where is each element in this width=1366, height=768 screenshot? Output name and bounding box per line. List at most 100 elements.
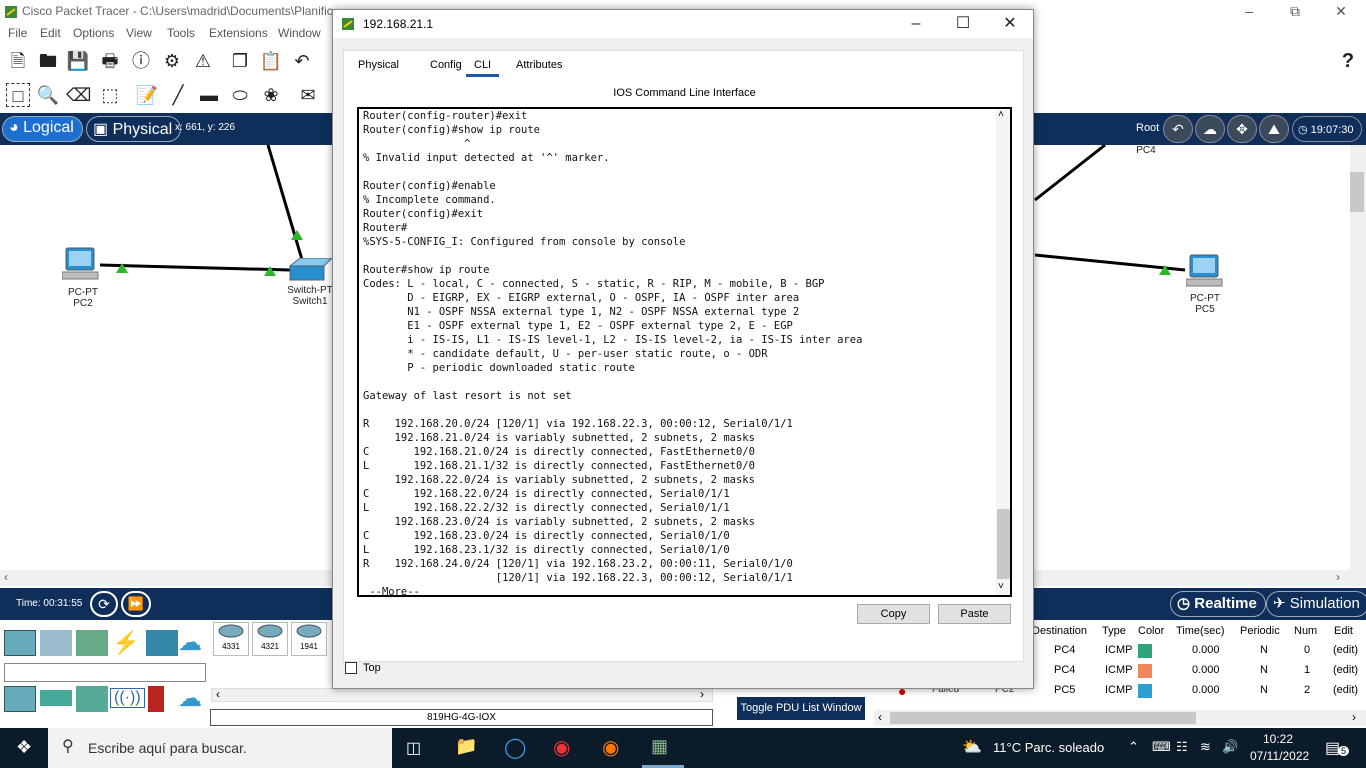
pc-icon[interactable] bbox=[62, 246, 102, 282]
new-file-icon[interactable]: 🗎 bbox=[6, 49, 30, 73]
file-explorer-icon[interactable]: 📁 bbox=[455, 736, 477, 757]
delete-icon[interactable]: ⌫ bbox=[66, 83, 91, 107]
weather-text[interactable]: 11°C Parc. soleado bbox=[993, 740, 1104, 755]
undo-icon[interactable]: ↶ bbox=[290, 49, 314, 73]
connections-icon[interactable]: ⚡ bbox=[112, 630, 139, 656]
model-4321[interactable]: 4321 bbox=[252, 622, 288, 656]
routers-icon[interactable] bbox=[4, 686, 36, 712]
menu-file[interactable]: File bbox=[8, 26, 27, 40]
tab-config[interactable]: Config bbox=[422, 57, 470, 77]
realtime-mode-button[interactable]: ◷ Realtime bbox=[1170, 591, 1266, 617]
firefox-icon[interactable]: ◉ bbox=[602, 735, 619, 760]
scroll-left-icon[interactable]: ‹ bbox=[878, 710, 882, 724]
toggle-pdu-list-button[interactable]: Toggle PDU List Window bbox=[737, 697, 865, 720]
pdu-edit-link[interactable]: (edit) bbox=[1333, 644, 1358, 656]
wireless-devices-icon[interactable]: ((·)) bbox=[110, 688, 145, 708]
copy-icon[interactable]: ❐ bbox=[228, 49, 252, 73]
pc-icon[interactable] bbox=[1186, 253, 1226, 289]
menu-window[interactable]: Window bbox=[278, 26, 321, 40]
dialog-close-icon[interactable]: ✕ bbox=[987, 10, 1033, 38]
security-icon[interactable] bbox=[148, 686, 164, 712]
ellipse-icon[interactable]: ⬭ bbox=[228, 83, 252, 107]
packet-tracer-taskbar-icon[interactable]: ▦ bbox=[651, 736, 668, 757]
pdu-edit-link[interactable]: (edit) bbox=[1333, 664, 1358, 676]
scroll-right-icon[interactable]: › bbox=[1336, 570, 1340, 584]
tab-attributes[interactable]: Attributes bbox=[508, 57, 570, 77]
activity-wizard-icon[interactable]: ⚠ bbox=[191, 49, 215, 73]
model-1941[interactable]: 1941 bbox=[291, 622, 327, 656]
wan-emulation-icon[interactable]: ☁ bbox=[178, 684, 202, 713]
pdu-horizontal-scrollbar[interactable]: ‹ › bbox=[874, 710, 1366, 726]
scroll-right-icon[interactable]: › bbox=[1352, 710, 1356, 724]
keyboard-icon[interactable]: ⌨ bbox=[1152, 739, 1171, 755]
scroll-left-icon[interactable]: ‹ bbox=[216, 687, 220, 701]
navigation-icon[interactable]: ✥ bbox=[1227, 115, 1257, 143]
taskbar-search-box[interactable]: ⚲ Escribe aquí para buscar. bbox=[48, 728, 392, 768]
components-icon[interactable] bbox=[76, 630, 108, 656]
tab-cli[interactable]: CLI bbox=[466, 57, 500, 77]
windows-start-icon[interactable]: ❖ bbox=[16, 737, 32, 758]
paste-button[interactable]: Paste bbox=[938, 604, 1011, 624]
network-devices-icon[interactable] bbox=[4, 630, 36, 656]
model-4331[interactable]: 4331 bbox=[213, 622, 249, 656]
simulation-mode-button[interactable]: ✈ Simulation bbox=[1266, 591, 1366, 617]
search-icon[interactable]: 🔍 bbox=[36, 83, 60, 107]
switches-icon[interactable] bbox=[40, 690, 72, 706]
network-icon[interactable]: ☷ bbox=[1176, 739, 1188, 755]
info-icon[interactable]: ⓘ bbox=[129, 49, 153, 73]
menu-options[interactable]: Options bbox=[73, 26, 114, 40]
logical-tab[interactable]: ◕ Logical bbox=[2, 116, 83, 142]
miscellaneous-icon[interactable] bbox=[146, 630, 178, 656]
help-icon[interactable]: ? bbox=[1336, 49, 1360, 73]
dialog-minimize-icon[interactable]: – bbox=[893, 10, 939, 38]
dialog-maximize-icon[interactable]: ☐ bbox=[940, 10, 986, 38]
scroll-left-icon[interactable]: ‹ bbox=[4, 570, 8, 584]
save-icon[interactable]: 💾 bbox=[66, 49, 90, 73]
minimize-icon[interactable]: – bbox=[1226, 0, 1272, 24]
models-scrollbar[interactable]: ‹ › bbox=[211, 687, 713, 702]
copy-button[interactable]: Copy bbox=[857, 604, 930, 624]
freeform-icon[interactable]: ❀ bbox=[259, 83, 283, 107]
clock-button[interactable]: ◷ 19:07:30 bbox=[1292, 116, 1362, 142]
line-icon[interactable]: ╱ bbox=[166, 83, 190, 107]
scroll-up-icon[interactable]: ˄ bbox=[998, 109, 1004, 120]
network-wizard-icon[interactable]: ⚙ bbox=[160, 49, 184, 73]
back-icon[interactable]: ↶ bbox=[1163, 115, 1193, 143]
terminal-scroll-thumb[interactable] bbox=[997, 509, 1010, 579]
rectangle-icon[interactable]: ▬ bbox=[197, 83, 221, 107]
menu-extensions[interactable]: Extensions bbox=[209, 26, 268, 40]
pdu-scroll-thumb[interactable] bbox=[890, 712, 1196, 724]
taskbar-time[interactable]: 10:22 bbox=[1263, 732, 1293, 746]
menu-edit[interactable]: Edit bbox=[40, 26, 61, 40]
workspace-vertical-scroll-thumb[interactable] bbox=[1350, 172, 1364, 212]
select-icon[interactable]: □ bbox=[6, 83, 30, 107]
hubs-icon[interactable] bbox=[76, 686, 108, 712]
table-row[interactable]: PC4 ICMP 0.000 N 0 (edit) bbox=[1030, 641, 1366, 661]
fast-forward-icon[interactable]: ⏩ bbox=[121, 591, 151, 617]
switch-icon[interactable] bbox=[284, 258, 332, 284]
menu-tools[interactable]: Tools bbox=[167, 26, 195, 40]
taskbar-date[interactable]: 07/11/2022 bbox=[1250, 749, 1309, 763]
volume-icon[interactable]: 🔊 bbox=[1222, 739, 1238, 755]
top-checkbox[interactable] bbox=[345, 662, 357, 674]
table-row[interactable]: PC5 ICMP 0.000 N 2 (edit) bbox=[1030, 681, 1366, 701]
table-row[interactable]: PC4 ICMP 0.000 N 1 (edit) bbox=[1030, 661, 1366, 681]
end-devices-icon[interactable] bbox=[40, 630, 72, 656]
restore-icon[interactable]: ⧉ bbox=[1272, 0, 1318, 24]
cli-terminal[interactable]: Router(config-router)#exit Router(config… bbox=[357, 107, 1012, 597]
print-icon[interactable]: 🖶 bbox=[98, 49, 122, 73]
edge-icon[interactable]: ◯ bbox=[504, 735, 526, 760]
menu-view[interactable]: View bbox=[126, 26, 152, 40]
scroll-down-icon[interactable]: ˅ bbox=[998, 581, 1004, 592]
resize-icon[interactable]: ⬚ bbox=[98, 83, 122, 107]
paste-icon[interactable]: 📋 bbox=[259, 49, 283, 73]
background-image-icon[interactable]: ⛰ bbox=[1259, 115, 1289, 143]
close-icon[interactable]: ✕ bbox=[1318, 0, 1364, 24]
chrome-icon[interactable]: ◉ bbox=[553, 735, 570, 760]
physical-tab[interactable]: ▣ Physical bbox=[86, 116, 182, 142]
scroll-right-icon[interactable]: › bbox=[700, 687, 704, 701]
tray-chevron-icon[interactable]: ⌃ bbox=[1128, 739, 1139, 755]
open-folder-icon[interactable]: 🖿 bbox=[36, 49, 60, 73]
note-icon[interactable]: 📝 bbox=[135, 83, 159, 107]
add-pdu-icon[interactable]: ✉ bbox=[296, 83, 320, 107]
